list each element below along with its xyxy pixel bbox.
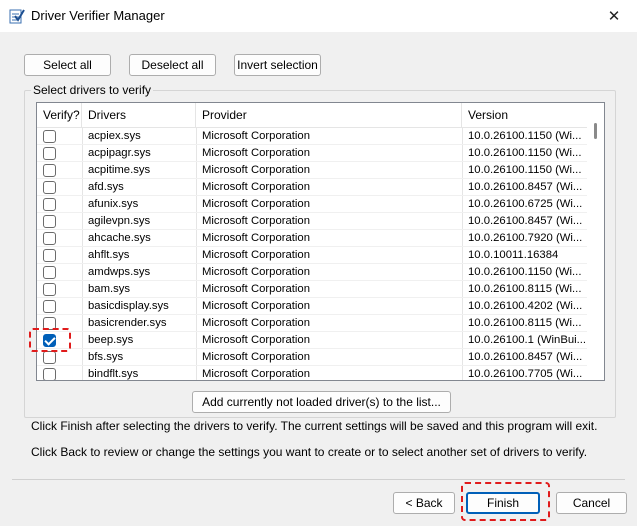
verify-checkbox[interactable] — [43, 300, 56, 313]
table-row[interactable]: basicrender.sys Microsoft Corporation 10.0… — [37, 315, 589, 332]
verify-checkbox[interactable] — [43, 249, 56, 262]
finish-highlight — [461, 482, 550, 521]
select-all-button[interactable]: Select all — [24, 54, 111, 76]
table-row[interactable]: beep.sys Microsoft Corporation 10.0.26100.… — [37, 332, 589, 349]
verify-checkbox[interactable] — [43, 147, 56, 160]
driver-rows: acpiex.sys Microsoft Corporation 10.0.2610… — [37, 128, 589, 380]
driver-name-cell: bindflt.sys — [88, 368, 139, 380]
version-cell: 10.0.26100.1150 (Wi... — [468, 164, 582, 176]
provider-cell: Microsoft Corporation — [202, 317, 310, 329]
driver-name-cell: amdwps.sys — [88, 266, 151, 278]
table-row[interactable]: ahflt.sys Microsoft Corporation 10.0.10011… — [37, 247, 589, 264]
cancel-button[interactable]: Cancel — [556, 492, 627, 514]
provider-cell: Microsoft Corporation — [202, 198, 310, 210]
table-row[interactable]: afunix.sys Microsoft Corporation 10.0.2610… — [37, 196, 589, 213]
add-not-loaded-drivers-button[interactable]: Add currently not loaded driver(s) to th… — [192, 391, 451, 413]
table-row[interactable]: ahcache.sys Microsoft Corporation 10.0.261… — [37, 230, 589, 247]
provider-cell: Microsoft Corporation — [202, 300, 310, 312]
version-cell: 10.0.26100.1 (WinBui... — [468, 334, 587, 346]
verify-checkbox[interactable] — [43, 130, 56, 143]
column-header-drivers[interactable]: Drivers — [82, 103, 196, 128]
table-row[interactable]: acpipagr.sys Microsoft Corporation 10.0.26… — [37, 145, 589, 162]
scrollbar-thumb[interactable] — [594, 123, 597, 139]
footer-separator — [12, 479, 625, 480]
window-title: Driver Verifier Manager — [31, 8, 165, 23]
verify-checkbox[interactable] — [43, 368, 56, 380]
driver-name-cell: afd.sys — [88, 181, 124, 193]
provider-cell: Microsoft Corporation — [202, 130, 310, 142]
provider-cell: Microsoft Corporation — [202, 232, 310, 244]
list-header: Verify? Drivers Provider Version — [37, 103, 589, 128]
version-cell: 10.0.26100.1150 (Wi... — [468, 130, 582, 142]
version-cell: 10.0.26100.8457 (Wi... — [468, 351, 583, 363]
version-cell: 10.0.26100.8457 (Wi... — [468, 181, 583, 193]
table-row[interactable]: bam.sys Microsoft Corporation 10.0.26100.8… — [37, 281, 589, 298]
driver-name-cell: agilevpn.sys — [88, 215, 151, 227]
vertical-scrollbar[interactable] — [587, 103, 604, 380]
table-row[interactable]: amdwps.sys Microsoft Corporation 10.0.2610… — [37, 264, 589, 281]
back-info-text: Click Back to review or change the setti… — [31, 445, 588, 459]
version-cell: 10.0.26100.6725 (Wi... — [468, 198, 583, 210]
checklist-icon — [9, 9, 25, 24]
table-row[interactable]: acpitime.sys Microsoft Corporation 10.0.26… — [37, 162, 589, 179]
column-header-version[interactable]: Version — [462, 103, 589, 128]
driver-name-cell: basicdisplay.sys — [88, 300, 169, 312]
version-cell: 10.0.26100.8115 (Wi... — [468, 283, 582, 295]
version-cell: 10.0.26100.1150 (Wi... — [468, 266, 582, 278]
checkbox-highlight — [29, 328, 71, 352]
verify-checkbox[interactable] — [43, 198, 56, 211]
provider-cell: Microsoft Corporation — [202, 249, 310, 261]
deselect-all-button[interactable]: Deselect all — [129, 54, 216, 76]
table-row[interactable]: bindflt.sys Microsoft Corporation 10.0.261… — [37, 366, 589, 380]
table-row[interactable]: basicdisplay.sys Microsoft Corporation 10.… — [37, 298, 589, 315]
driver-list[interactable]: Verify? Drivers Provider Version acpiex.… — [36, 102, 605, 381]
provider-cell: Microsoft Corporation — [202, 147, 310, 159]
driver-name-cell: basicrender.sys — [88, 317, 167, 329]
provider-cell: Microsoft Corporation — [202, 283, 310, 295]
driver-name-cell: ahflt.sys — [88, 249, 130, 261]
driver-name-cell: afunix.sys — [88, 198, 139, 210]
driver-name-cell: acpitime.sys — [88, 164, 151, 176]
table-row[interactable]: afd.sys Microsoft Corporation 10.0.26100.8… — [37, 179, 589, 196]
provider-cell: Microsoft Corporation — [202, 215, 310, 227]
provider-cell: Microsoft Corporation — [202, 368, 310, 380]
close-button[interactable]: ✕ — [591, 0, 637, 32]
version-cell: 10.0.26100.7920 (Wi... — [468, 232, 583, 244]
version-cell: 10.0.26100.8457 (Wi... — [468, 215, 583, 227]
provider-cell: Microsoft Corporation — [202, 181, 310, 193]
title-bar: Driver Verifier Manager ✕ — [0, 0, 637, 32]
driver-name-cell: acpipagr.sys — [88, 147, 151, 159]
invert-selection-button[interactable]: Invert selection — [234, 54, 321, 76]
table-row[interactable]: acpiex.sys Microsoft Corporation 10.0.2610… — [37, 128, 589, 145]
verify-checkbox[interactable] — [43, 283, 56, 296]
column-header-verify[interactable]: Verify? — [37, 103, 82, 128]
verify-checkbox[interactable] — [43, 232, 56, 245]
version-cell: 10.0.26100.1150 (Wi... — [468, 147, 582, 159]
table-row[interactable]: bfs.sys Microsoft Corporation 10.0.26100.8… — [37, 349, 589, 366]
driver-name-cell: ahcache.sys — [88, 232, 151, 244]
provider-cell: Microsoft Corporation — [202, 164, 310, 176]
provider-cell: Microsoft Corporation — [202, 351, 310, 363]
verify-checkbox[interactable] — [43, 351, 56, 364]
verify-checkbox[interactable] — [43, 181, 56, 194]
version-cell: 10.0.26100.4202 (Wi... — [468, 300, 583, 312]
driver-name-cell: acpiex.sys — [88, 130, 141, 142]
version-cell: 10.0.26100.7705 (Wi... — [468, 368, 583, 380]
version-cell: 10.0.26100.8115 (Wi... — [468, 317, 582, 329]
driver-name-cell: beep.sys — [88, 334, 134, 346]
back-button[interactable]: < Back — [393, 492, 455, 514]
version-cell: 10.0.10011.16384 — [468, 249, 559, 261]
provider-cell: Microsoft Corporation — [202, 266, 310, 278]
verify-checkbox[interactable] — [43, 266, 56, 279]
provider-cell: Microsoft Corporation — [202, 334, 310, 346]
table-row[interactable]: agilevpn.sys Microsoft Corporation 10.0.26… — [37, 213, 589, 230]
verify-checkbox[interactable] — [43, 164, 56, 177]
verify-checkbox[interactable] — [43, 215, 56, 228]
finish-info-text: Click Finish after selecting the drivers… — [31, 419, 598, 433]
driver-name-cell: bfs.sys — [88, 351, 124, 363]
driver-name-cell: bam.sys — [88, 283, 131, 295]
group-label: Select drivers to verify — [31, 83, 154, 97]
close-icon: ✕ — [607, 8, 621, 25]
column-header-provider[interactable]: Provider — [196, 103, 462, 128]
